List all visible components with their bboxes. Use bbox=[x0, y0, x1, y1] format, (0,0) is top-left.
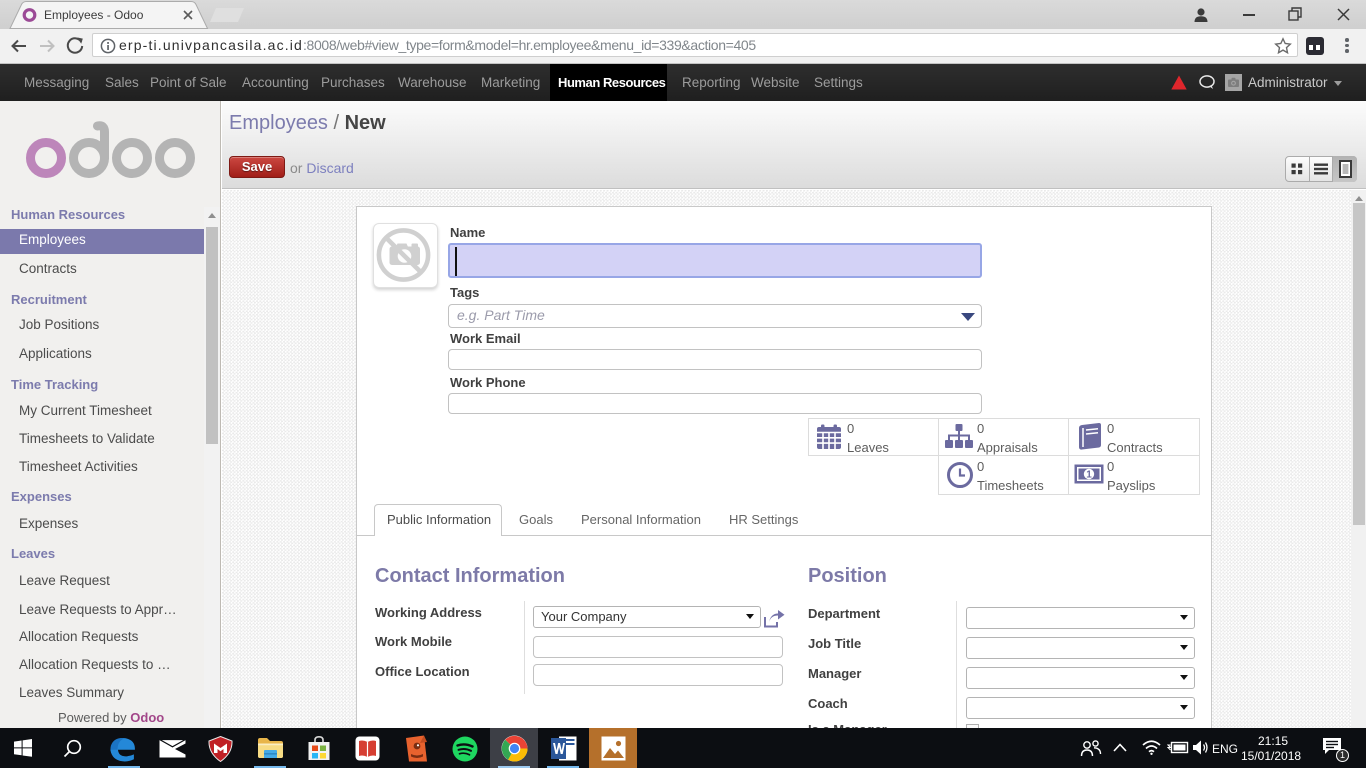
svg-text:1: 1 bbox=[1086, 469, 1092, 480]
